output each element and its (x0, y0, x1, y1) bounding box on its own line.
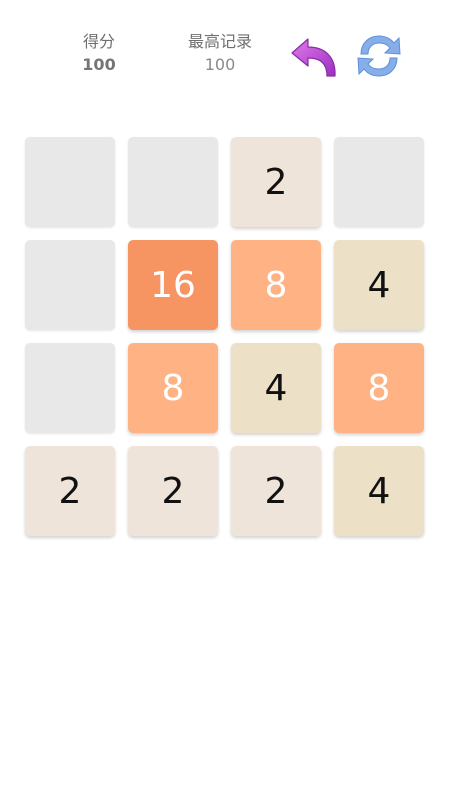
undo-button[interactable] (290, 36, 338, 80)
game-board[interactable]: 2 16 8 4 8 4 8 2 2 2 4 (25, 137, 425, 537)
tile-r1-c3: 2 (231, 137, 321, 227)
best-score-label: 最高记录 (187, 32, 252, 51)
tile-r4-c1: 2 (25, 446, 115, 536)
tile-r4-c4: 4 (334, 446, 424, 536)
tile-r3-c1 (25, 343, 115, 433)
score-value: 100 (82, 55, 116, 74)
tile-r3-c2: 8 (128, 343, 218, 433)
tile-r4-c2: 2 (128, 446, 218, 536)
score-label: 得分 (82, 32, 115, 51)
best-score-value: 100 (204, 55, 236, 74)
tile-r1-c4 (334, 137, 424, 227)
tile-r4-c3: 2 (231, 446, 321, 536)
tile-r2-c4: 4 (334, 240, 424, 330)
undo-arrow-icon (291, 38, 336, 77)
score-panel: 得分 100 (39, 32, 159, 75)
tile-r3-c4: 8 (334, 343, 424, 433)
game-header: 得分 100 最高记录 100 (0, 0, 450, 100)
tile-r2-c2: 16 (128, 240, 218, 330)
tile-r1-c2 (128, 137, 218, 227)
tile-r3-c3: 4 (231, 343, 321, 433)
tile-r2-c3: 8 (231, 240, 321, 330)
tile-r2-c1 (25, 240, 115, 330)
best-score-panel: 最高记录 100 (160, 32, 280, 75)
restart-button[interactable] (353, 30, 405, 82)
refresh-icon (357, 35, 401, 77)
tile-r1-c1 (25, 137, 115, 227)
